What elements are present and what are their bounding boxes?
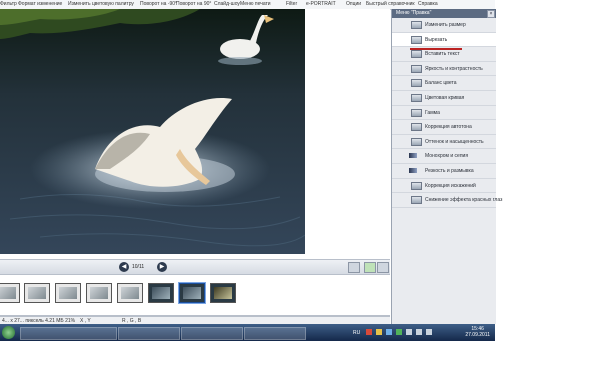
menu-item-distortion[interactable]: Коррекция искажений <box>392 179 496 194</box>
thumbnail[interactable] <box>0 283 20 303</box>
filmstrip <box>0 275 390 316</box>
toolbar-item[interactable]: Формат изменение <box>18 1 62 7</box>
tray-icon[interactable] <box>376 329 382 335</box>
menu-item-red-eye[interactable]: Снижение эффекта красных глаз <box>392 193 502 208</box>
menu-item-auto-tone[interactable]: Коррекция автотона <box>392 120 496 135</box>
windows-taskbar: RU 15:46 27.09.2011 <box>0 324 495 341</box>
red-eye-icon <box>411 196 422 205</box>
menu-item-label: Гамма <box>425 109 440 116</box>
menu-item-label: Яркость и контрастность <box>425 65 483 72</box>
menu-item-label: Баланс цвета <box>425 80 457 87</box>
next-button[interactable]: ▶ <box>157 262 167 272</box>
language-indicator[interactable]: RU <box>353 330 360 336</box>
menu-item-color-curve[interactable]: Цветовая кривая <box>392 91 496 106</box>
menu-item-label: Резкость и размывка <box>425 167 474 174</box>
previous-button[interactable]: ◀ <box>119 262 129 272</box>
menu-item-resize[interactable]: Изменить размер <box>392 18 496 33</box>
menu-item-gamma[interactable]: Гамма <box>392 106 496 121</box>
toolbar-item[interactable]: Фильтр <box>0 1 17 7</box>
taskbar-window[interactable] <box>244 327 306 340</box>
thumbnail-selected[interactable] <box>179 283 205 303</box>
edit-menu-panel: Меню "Правка" × Изменить размер Вырезать… <box>391 9 502 324</box>
tray-icon[interactable] <box>396 329 402 335</box>
taskbar-window[interactable] <box>181 327 243 340</box>
text-icon <box>411 50 422 59</box>
menu-item-label: Вставить текст <box>425 51 460 58</box>
view-mode-icon[interactable] <box>348 262 360 273</box>
taskbar-window[interactable] <box>118 327 180 340</box>
menu-item-label: Изменить размер <box>425 22 466 28</box>
menu-item-label: Оттенок и насыщенность <box>425 138 484 145</box>
thumbnail[interactable] <box>148 283 174 303</box>
volume-icon[interactable] <box>416 329 422 335</box>
system-tray: RU 15:46 27.09.2011 <box>350 324 495 341</box>
thumbnail[interactable] <box>117 283 143 303</box>
color-balance-icon <box>411 79 422 88</box>
panel-title: Меню "Правка" <box>396 10 432 16</box>
toolbar-item[interactable]: Filter <box>286 1 297 7</box>
clock[interactable]: 15:46 27.09.2011 <box>465 326 490 338</box>
menu-item-hue-saturation[interactable]: Оттенок и насыщенность <box>392 135 496 150</box>
monochrome-icon <box>409 153 417 159</box>
menu-item-sharpness[interactable]: Резкость и размывка <box>392 164 496 179</box>
toolbar-item[interactable]: Изменить цветовую палитру <box>68 1 134 7</box>
thumbnail[interactable] <box>55 283 81 303</box>
brightness-icon <box>411 64 422 73</box>
menu-item-label: Вырезать <box>425 36 448 43</box>
thumbnail[interactable] <box>86 283 112 303</box>
close-icon[interactable]: × <box>487 10 495 18</box>
menu-item-monochrome[interactable]: Монохром и сепия <box>392 149 496 164</box>
menu-item-label: Коррекция автотона <box>425 124 472 131</box>
curve-icon <box>411 93 422 102</box>
toolbar-item[interactable]: e-PORTRAIT <box>306 1 336 7</box>
start-button[interactable] <box>2 326 15 339</box>
clock-date: 27.09.2011 <box>465 332 490 338</box>
toolbar-item[interactable]: Опции <box>346 1 361 7</box>
toolbar-item[interactable]: Поворот на 90° <box>176 1 211 7</box>
crop-icon <box>411 35 422 44</box>
toolbar-item[interactable]: Справка <box>418 1 438 7</box>
toolbar-item[interactable]: Меню печати <box>240 1 271 7</box>
menu-item-label: Снижение эффекта красных глаз <box>425 197 503 204</box>
navigation-bar: ◀ 10/11 ▶ <box>0 259 390 275</box>
toolbar-item[interactable]: Быстрый справочник <box>366 1 415 7</box>
image-viewer <box>0 9 390 259</box>
menu-item-label: Коррекция искажений <box>425 182 476 189</box>
panel-header: Меню "Правка" × <box>392 9 496 18</box>
taskbar-window[interactable] <box>20 327 117 340</box>
pelican-photo <box>0 9 305 254</box>
hue-icon <box>411 137 422 146</box>
full-view-icon[interactable] <box>377 262 389 273</box>
tray-icon[interactable] <box>366 329 372 335</box>
menu-item-brightness[interactable]: Яркость и контрастность <box>392 62 496 77</box>
sharpness-icon <box>409 167 417 173</box>
tray-icon[interactable] <box>386 329 392 335</box>
network-icon[interactable] <box>406 329 412 335</box>
menu-item-color-balance[interactable]: Баланс цвета <box>392 76 496 91</box>
tray-icon[interactable] <box>426 329 432 335</box>
gamma-icon <box>411 108 422 117</box>
menu-item-cut[interactable]: Вырезать <box>392 32 496 48</box>
auto-tone-icon <box>411 123 422 132</box>
main-photo <box>0 9 305 254</box>
distortion-icon <box>411 181 422 190</box>
resize-icon <box>411 21 422 29</box>
thumbnail[interactable] <box>210 283 236 303</box>
toolbar-item[interactable]: Поворот на -90° <box>140 1 177 7</box>
thumbnail[interactable] <box>24 283 50 303</box>
toolbar-item[interactable]: Слайд-шоу <box>214 1 240 7</box>
fit-view-icon[interactable] <box>364 262 376 273</box>
active-item-underline <box>410 48 462 50</box>
image-counter: 10/11 <box>132 264 145 270</box>
menu-item-label: Монохром и сепия <box>425 153 469 160</box>
menu-item-label: Цветовая кривая <box>425 94 465 101</box>
